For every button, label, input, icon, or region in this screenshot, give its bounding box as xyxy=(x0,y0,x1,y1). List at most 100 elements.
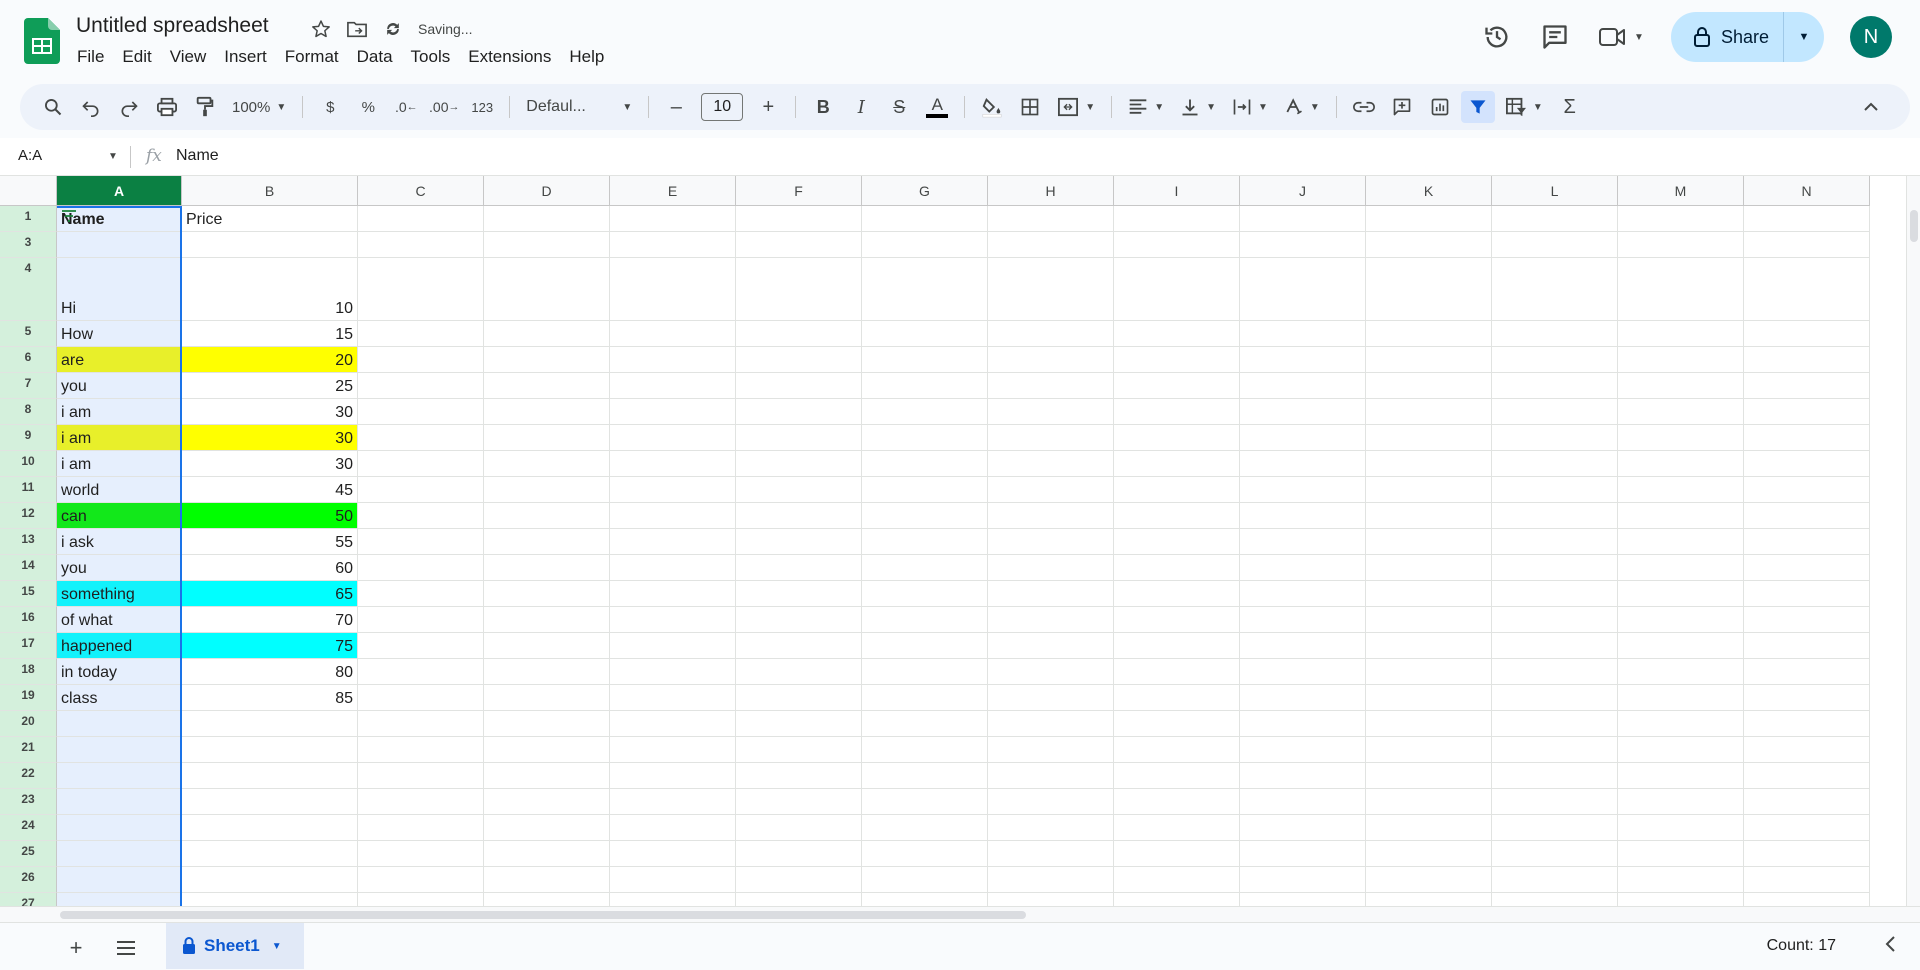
cell-e19[interactable] xyxy=(610,685,736,711)
cell-d8[interactable] xyxy=(484,399,610,425)
chevron-down-icon[interactable]: ▼ xyxy=(272,941,282,952)
cell-f12[interactable] xyxy=(736,503,862,529)
cell-h13[interactable] xyxy=(988,529,1114,555)
cell-h19[interactable] xyxy=(988,685,1114,711)
cell-f22[interactable] xyxy=(736,763,862,789)
menu-view[interactable]: View xyxy=(161,46,216,68)
cell-i1[interactable] xyxy=(1114,206,1240,232)
cell-l18[interactable] xyxy=(1492,659,1618,685)
cell-g14[interactable] xyxy=(862,555,988,581)
cell-e4[interactable] xyxy=(610,258,736,321)
cell-f16[interactable] xyxy=(736,607,862,633)
version-history-icon[interactable] xyxy=(1475,15,1519,59)
cell-f7[interactable] xyxy=(736,373,862,399)
cell-m12[interactable] xyxy=(1618,503,1744,529)
formula-input[interactable]: Name xyxy=(176,147,219,165)
cell-e18[interactable] xyxy=(610,659,736,685)
cell-c6[interactable] xyxy=(358,347,484,373)
cell-d20[interactable] xyxy=(484,711,610,737)
cell-n9[interactable] xyxy=(1744,425,1870,451)
cell-h26[interactable] xyxy=(988,867,1114,893)
cell-k18[interactable] xyxy=(1366,659,1492,685)
cell-k6[interactable] xyxy=(1366,347,1492,373)
cell-m3[interactable] xyxy=(1618,232,1744,258)
vertical-scrollbar[interactable] xyxy=(1906,176,1920,906)
spreadsheet-grid[interactable]: ABCDEFGHIJKLMN 1 Name Price 3 4 Hi 10 5 How 15 6 ar… xyxy=(0,176,1920,906)
cell-n11[interactable] xyxy=(1744,477,1870,503)
cell-a4[interactable]: Hi xyxy=(57,258,182,321)
cell-f23[interactable] xyxy=(736,789,862,815)
menu-data[interactable]: Data xyxy=(348,46,402,68)
cell-e7[interactable] xyxy=(610,373,736,399)
menu-extensions[interactable]: Extensions xyxy=(459,46,560,68)
cell-m15[interactable] xyxy=(1618,581,1744,607)
cell-j16[interactable] xyxy=(1240,607,1366,633)
cell-m26[interactable] xyxy=(1618,867,1744,893)
row-header[interactable]: 12 xyxy=(0,503,57,529)
cell-h7[interactable] xyxy=(988,373,1114,399)
cell-j26[interactable] xyxy=(1240,867,1366,893)
cell-e16[interactable] xyxy=(610,607,736,633)
cell-c19[interactable] xyxy=(358,685,484,711)
cell-h27[interactable] xyxy=(988,893,1114,906)
row-header[interactable]: 20 xyxy=(0,711,57,737)
cell-c18[interactable] xyxy=(358,659,484,685)
cell-e6[interactable] xyxy=(610,347,736,373)
cell-l12[interactable] xyxy=(1492,503,1618,529)
column-header-e[interactable]: E xyxy=(610,176,736,206)
cell-i11[interactable] xyxy=(1114,477,1240,503)
cell-m1[interactable] xyxy=(1618,206,1744,232)
column-header-d[interactable]: D xyxy=(484,176,610,206)
cell-h15[interactable] xyxy=(988,581,1114,607)
column-header-l[interactable]: L xyxy=(1492,176,1618,206)
cell-f1[interactable] xyxy=(736,206,862,232)
cell-e27[interactable] xyxy=(610,893,736,906)
cell-m24[interactable] xyxy=(1618,815,1744,841)
cell-i9[interactable] xyxy=(1114,425,1240,451)
cell-h8[interactable] xyxy=(988,399,1114,425)
cell-k24[interactable] xyxy=(1366,815,1492,841)
cell-i14[interactable] xyxy=(1114,555,1240,581)
collapse-toolbar-button[interactable] xyxy=(1854,91,1888,123)
column-header-i[interactable]: I xyxy=(1114,176,1240,206)
cell-f25[interactable] xyxy=(736,841,862,867)
cell-a12[interactable]: can xyxy=(57,503,182,529)
cell-c16[interactable] xyxy=(358,607,484,633)
row-header[interactable]: 24 xyxy=(0,815,57,841)
cell-g4[interactable] xyxy=(862,258,988,321)
cell-d21[interactable] xyxy=(484,737,610,763)
cell-e20[interactable] xyxy=(610,711,736,737)
cell-f9[interactable] xyxy=(736,425,862,451)
cell-a7[interactable]: you xyxy=(57,373,182,399)
menu-edit[interactable]: Edit xyxy=(113,46,160,68)
cell-h25[interactable] xyxy=(988,841,1114,867)
cell-d22[interactable] xyxy=(484,763,610,789)
cell-g8[interactable] xyxy=(862,399,988,425)
cell-m14[interactable] xyxy=(1618,555,1744,581)
cell-n10[interactable] xyxy=(1744,451,1870,477)
cell-c3[interactable] xyxy=(358,232,484,258)
sheets-logo-icon[interactable] xyxy=(24,18,60,64)
cell-n26[interactable] xyxy=(1744,867,1870,893)
cell-n12[interactable] xyxy=(1744,503,1870,529)
sheet-tab-sheet1[interactable]: Sheet1 ▼ xyxy=(166,923,304,969)
cell-f26[interactable] xyxy=(736,867,862,893)
cell-b22[interactable] xyxy=(182,763,358,789)
cell-j21[interactable] xyxy=(1240,737,1366,763)
cell-c23[interactable] xyxy=(358,789,484,815)
selection-count[interactable]: Count: 17 xyxy=(1767,937,1836,955)
cell-i24[interactable] xyxy=(1114,815,1240,841)
name-box[interactable]: A:A xyxy=(18,147,42,164)
cell-d4[interactable] xyxy=(484,258,610,321)
cell-g20[interactable] xyxy=(862,711,988,737)
menu-file[interactable]: File xyxy=(68,46,113,68)
cell-c14[interactable] xyxy=(358,555,484,581)
cell-a17[interactable]: happened xyxy=(57,633,182,659)
cell-k15[interactable] xyxy=(1366,581,1492,607)
cell-m23[interactable] xyxy=(1618,789,1744,815)
cell-g12[interactable] xyxy=(862,503,988,529)
cell-b21[interactable] xyxy=(182,737,358,763)
row-header[interactable]: 27 xyxy=(0,893,57,906)
cell-d6[interactable] xyxy=(484,347,610,373)
cell-l8[interactable] xyxy=(1492,399,1618,425)
